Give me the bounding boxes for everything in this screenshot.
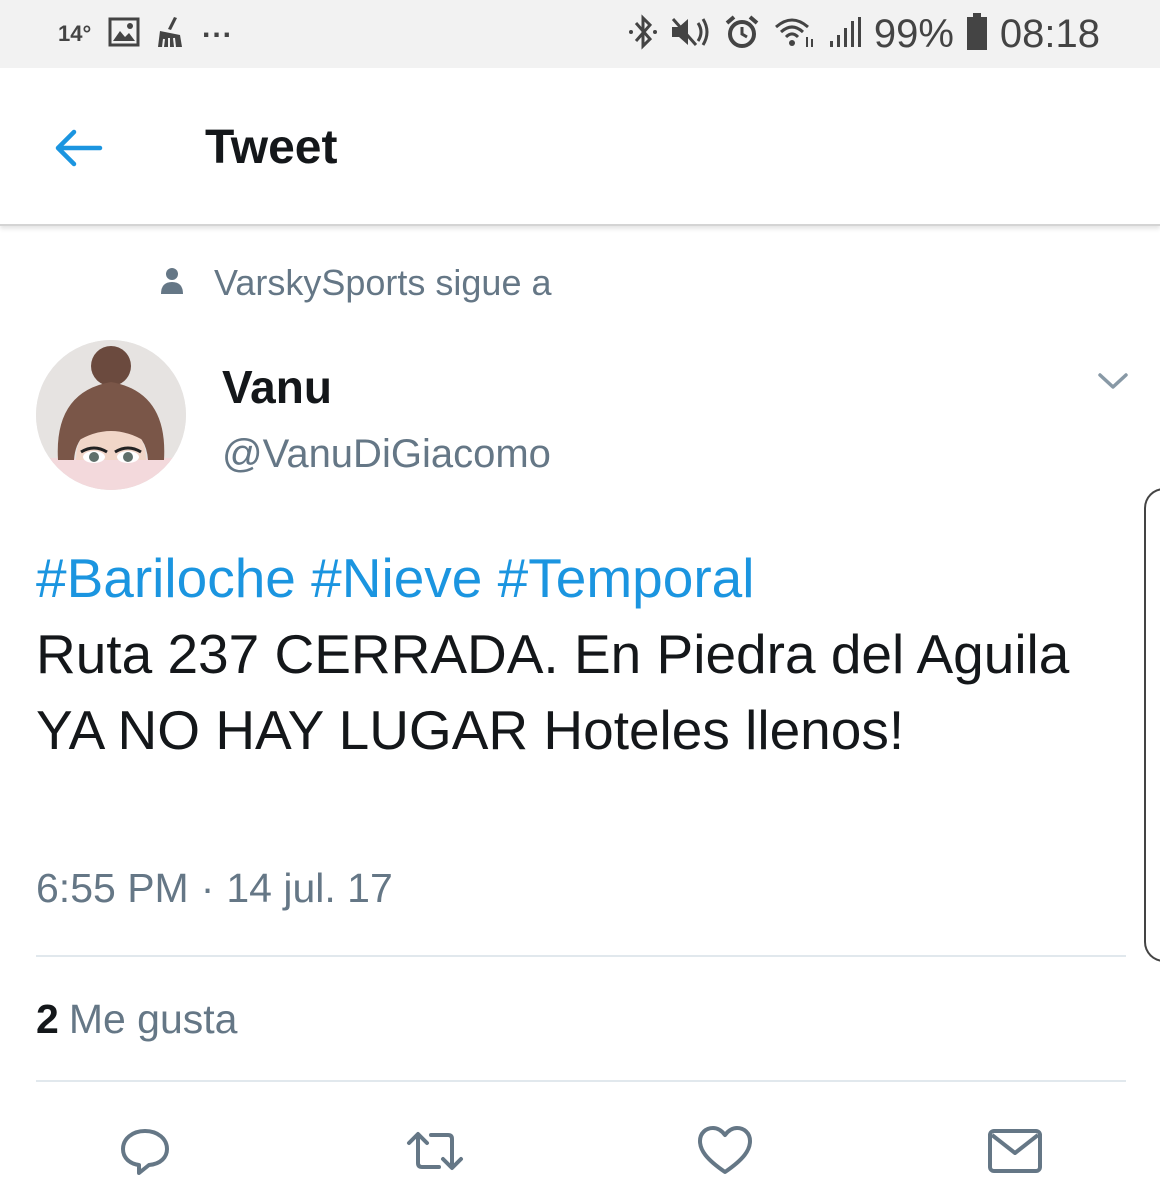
retweet-button[interactable] <box>400 1118 470 1188</box>
avatar[interactable] <box>36 340 186 490</box>
direct-message-button[interactable] <box>980 1118 1050 1188</box>
clock: 08:18 <box>999 11 1100 56</box>
divider <box>36 1080 1126 1082</box>
alarm-icon <box>724 14 760 55</box>
divider <box>36 955 1126 957</box>
likes-count[interactable]: 2 Me gusta <box>36 996 237 1043</box>
envelope-icon <box>986 1126 1044 1181</box>
reply-icon <box>117 1123 173 1184</box>
tweet-timestamp: 6:55 PM · 14 jul. 17 <box>36 865 393 912</box>
bluetooth-icon <box>628 13 658 55</box>
action-bar <box>0 1118 1160 1188</box>
likes-number: 2 <box>36 996 59 1042</box>
edge-panel-handle[interactable] <box>1144 488 1160 962</box>
temperature-indicator: 14° <box>58 21 92 46</box>
battery-icon <box>966 12 988 56</box>
author-name[interactable]: Vanu <box>222 360 332 414</box>
person-icon <box>160 266 184 301</box>
hashtag-link[interactable]: #Temporal <box>498 547 755 609</box>
social-context-text: VarskySports sigue a <box>214 262 552 303</box>
more-notifications: ... <box>202 11 234 44</box>
timestamp-separator: · <box>200 865 215 911</box>
cleaner-icon <box>154 15 188 54</box>
status-bar: 14° ... 99% 08:18 <box>0 0 1160 68</box>
status-right-icons: 99% 08:18 <box>628 0 1100 68</box>
likes-label: Me gusta <box>68 996 238 1042</box>
heart-icon <box>696 1124 754 1183</box>
author-handle[interactable]: @VanuDiGiacomo <box>222 432 551 477</box>
like-button[interactable] <box>690 1118 760 1188</box>
arrow-left-icon <box>50 129 110 182</box>
social-context[interactable]: VarskySports sigue a <box>160 260 551 306</box>
back-button[interactable] <box>50 118 110 178</box>
tweet-text: #Bariloche #Nieve #Temporal Ruta 237 CER… <box>36 540 1116 768</box>
chevron-down-icon <box>1090 373 1136 401</box>
tweet-date: 14 jul. 17 <box>226 865 393 911</box>
wifi-icon <box>772 15 816 54</box>
battery-percentage: 99% <box>873 11 954 56</box>
tweet-time: 6:55 PM <box>36 865 189 911</box>
hashtag-link[interactable]: #Bariloche <box>36 547 296 609</box>
page-title: Tweet <box>205 121 338 174</box>
signal-icon <box>828 15 862 54</box>
retweet-icon <box>405 1123 465 1184</box>
hashtag-line: #Bariloche #Nieve #Temporal <box>36 540 1116 616</box>
tweet-menu-button[interactable] <box>1090 365 1136 397</box>
hashtag-link[interactable]: #Nieve <box>311 547 482 609</box>
app-bar: Tweet <box>0 68 1160 226</box>
tweet-body: Ruta 237 CERRADA. En Piedra del Aguila Y… <box>36 623 1070 761</box>
mute-icon <box>670 15 712 54</box>
image-icon <box>108 17 140 52</box>
status-left-icons: ... <box>108 0 233 68</box>
reply-button[interactable] <box>110 1118 180 1188</box>
